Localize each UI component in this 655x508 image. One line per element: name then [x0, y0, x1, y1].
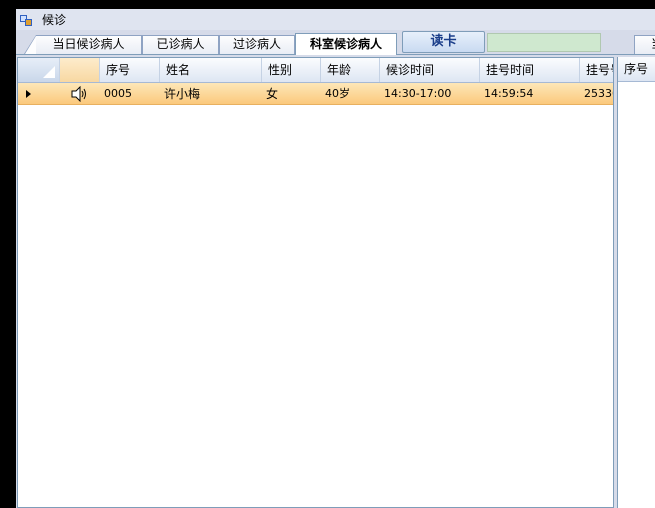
window-title: 候诊 — [42, 13, 67, 27]
table-row[interactable]: 0005 许小梅 女 40岁 14:30-17:00 14:59:54 2533… — [18, 83, 613, 105]
waiting-window: 候诊 当日候诊病人 已诊病人 过诊病人 科室候诊病人 读卡 当 序号 姓名 性别 — [16, 9, 655, 508]
header-gender[interactable]: 性别 — [262, 58, 321, 82]
card-number-field[interactable] — [487, 33, 601, 52]
tab-label: 科室候诊病人 — [309, 37, 382, 51]
tab-label: 过诊病人 — [232, 37, 281, 51]
header-wait-time[interactable]: 候诊时间 — [380, 58, 480, 82]
tab-label: 当日候诊病人 — [52, 37, 125, 51]
grid-header: 序号 姓名 性别 年龄 候诊时间 挂号时间 挂号号 — [18, 58, 613, 83]
cell-name: 许小梅 — [164, 87, 201, 101]
tab-missed[interactable]: 过诊病人 — [219, 35, 295, 54]
tab-right-partial[interactable]: 当 — [634, 35, 655, 54]
right-header-seq[interactable]: 序号 — [618, 57, 655, 82]
tab-department-waiting[interactable]: 科室候诊病人 — [295, 33, 397, 55]
tab-consulted[interactable]: 已诊病人 — [142, 35, 219, 54]
app-icon — [20, 13, 34, 27]
header-call-icon-col — [60, 58, 100, 82]
tab-strip: 当日候诊病人 已诊病人 过诊病人 科室候诊病人 读卡 当 — [16, 30, 655, 55]
header-age[interactable]: 年龄 — [321, 58, 380, 82]
header-reg-time[interactable]: 挂号时间 — [480, 58, 580, 82]
right-grid[interactable]: 序号 — [617, 57, 655, 508]
cell-wait-time: 14:30-17:00 — [384, 87, 452, 100]
patient-grid[interactable]: 序号 姓名 性别 年龄 候诊时间 挂号时间 挂号号 0005 许小梅 女 40岁… — [17, 57, 614, 508]
tab-label: 已诊病人 — [156, 37, 205, 51]
cell-gender: 女 — [266, 87, 279, 101]
speaker-icon[interactable] — [70, 86, 88, 102]
current-row-indicator-icon — [26, 90, 31, 98]
header-reg-no[interactable]: 挂号号 — [580, 58, 613, 82]
title-bar: 候诊 — [16, 9, 655, 30]
cell-seq: 0005 — [104, 87, 132, 100]
header-name[interactable]: 姓名 — [160, 58, 262, 82]
tab-today-waiting[interactable]: 当日候诊病人 — [24, 35, 142, 54]
select-all-corner[interactable] — [18, 58, 60, 82]
read-card-button[interactable]: 读卡 — [402, 31, 485, 53]
tab-label: 当 — [651, 37, 655, 51]
cell-age: 40岁 — [325, 87, 350, 100]
cell-reg-no: 253366 — [584, 87, 613, 100]
cell-reg-time: 14:59:54 — [484, 87, 534, 100]
header-seq[interactable]: 序号 — [100, 58, 160, 82]
